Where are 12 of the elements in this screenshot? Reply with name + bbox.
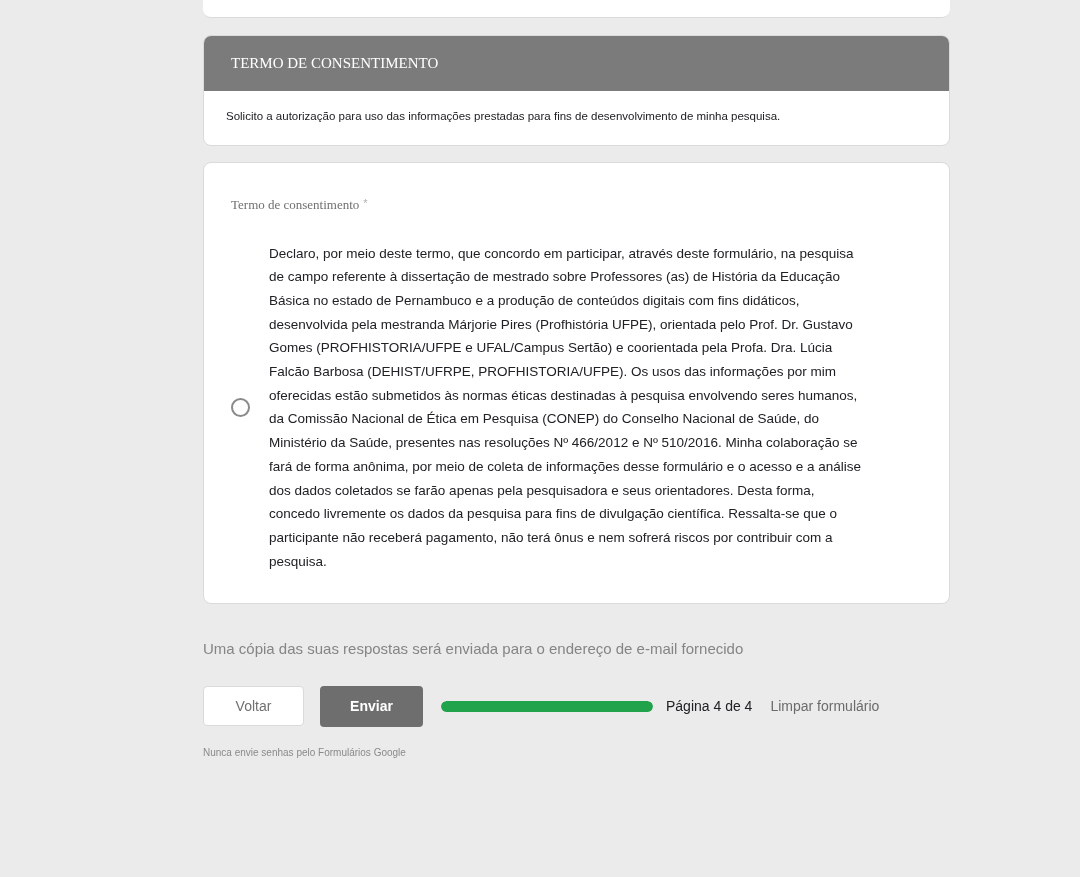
page-indicator: Página 4 de 4 <box>666 696 753 716</box>
radio-button[interactable] <box>231 397 250 417</box>
section-title: TERMO DE CONSENTIMENTO <box>231 54 439 74</box>
question-title: Termo de consentimento <box>231 196 360 214</box>
section-description: Solicito a autorização para uso das informações prestadas para fins de desenvolvimento de minha pesquisa. <box>226 109 782 124</box>
required-mark: * <box>363 196 368 211</box>
back-button[interactable]: Voltar <box>203 686 304 727</box>
submit-button[interactable]: Enviar <box>320 685 423 727</box>
option-label: Declaro, por meio deste termo, que concordo em participar, através deste formulário, na pesquisa de campo referente à dissertação de mestrado sobre Professores (as) de História da Educação Básica no estado de Pernambuco e a produção de conteúdos digitais com fins didáticos, desenvolvida pela mestranda Márjorie Pires (Profhistória UFPE), orientada pelo Prof. Dr. Gustavo Gomes (PROFHISTORIA/UFPE e UFAL/Campus Sertão) e coorientada pela Profa. Dra. Lúcia Falcão Barbosa (DEHIST/UFRPE, PROFHISTORIA/UFPE). Os usos das informações por mim oferecidas estão submetidos às normas éticas destinadas à pesquisa envolvendo seres humanos, da Comissão Nacional de Ética em Pesquisa (CONEP) do Conselho Nacional de Saúde, do Ministério da Saúde, presentes nas resoluções Nº 466/2012 e Nº 510/2016. Minha colaboração se fará de forma anônima, por meio de coleta de informações desse formulário e o acesso e a análise dos dados coletados se farão apenas pela pesquisadora e seus orientadores. Desta forma, concedo livremente os dados da pesquisa para fins de divulgação científica. Ressalta-se que o participante não receberá pagamento, não terá ônus e nem sofrerá riscos por contribuir com a pesquisa. <box>269 244 863 571</box>
copy-notice: Uma cópia das suas respostas será enviada para o endereço de e-mail fornecido <box>203 639 745 660</box>
clear-form-link[interactable]: Limpar formulário <box>770 695 880 717</box>
password-warning: Nunca envie senhas pelo Formulários Google <box>203 745 407 760</box>
